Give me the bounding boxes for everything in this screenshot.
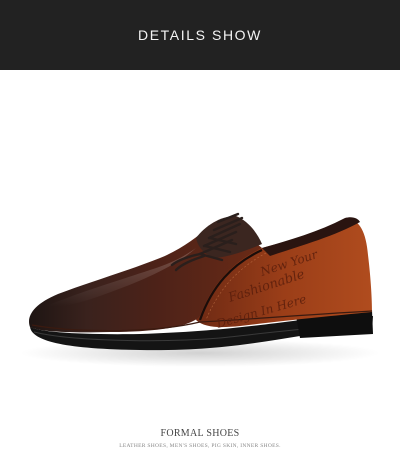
caption-title: FORMAL SHOES (160, 428, 240, 439)
header-banner: DETAILS SHOW (0, 0, 400, 70)
product-caption: FORMAL SHOES LEATHER SHOES, MEN'S SHOES,… (0, 428, 400, 451)
product-image: New Your Fashionable Design In Here (0, 70, 400, 415)
banner-title: DETAILS SHOW (138, 27, 262, 43)
caption-subtitle: LEATHER SHOES, MEN'S SHOES, PIG SKIN, IN… (119, 443, 281, 449)
shoe-illustration: New Your Fashionable Design In Here (20, 212, 380, 367)
